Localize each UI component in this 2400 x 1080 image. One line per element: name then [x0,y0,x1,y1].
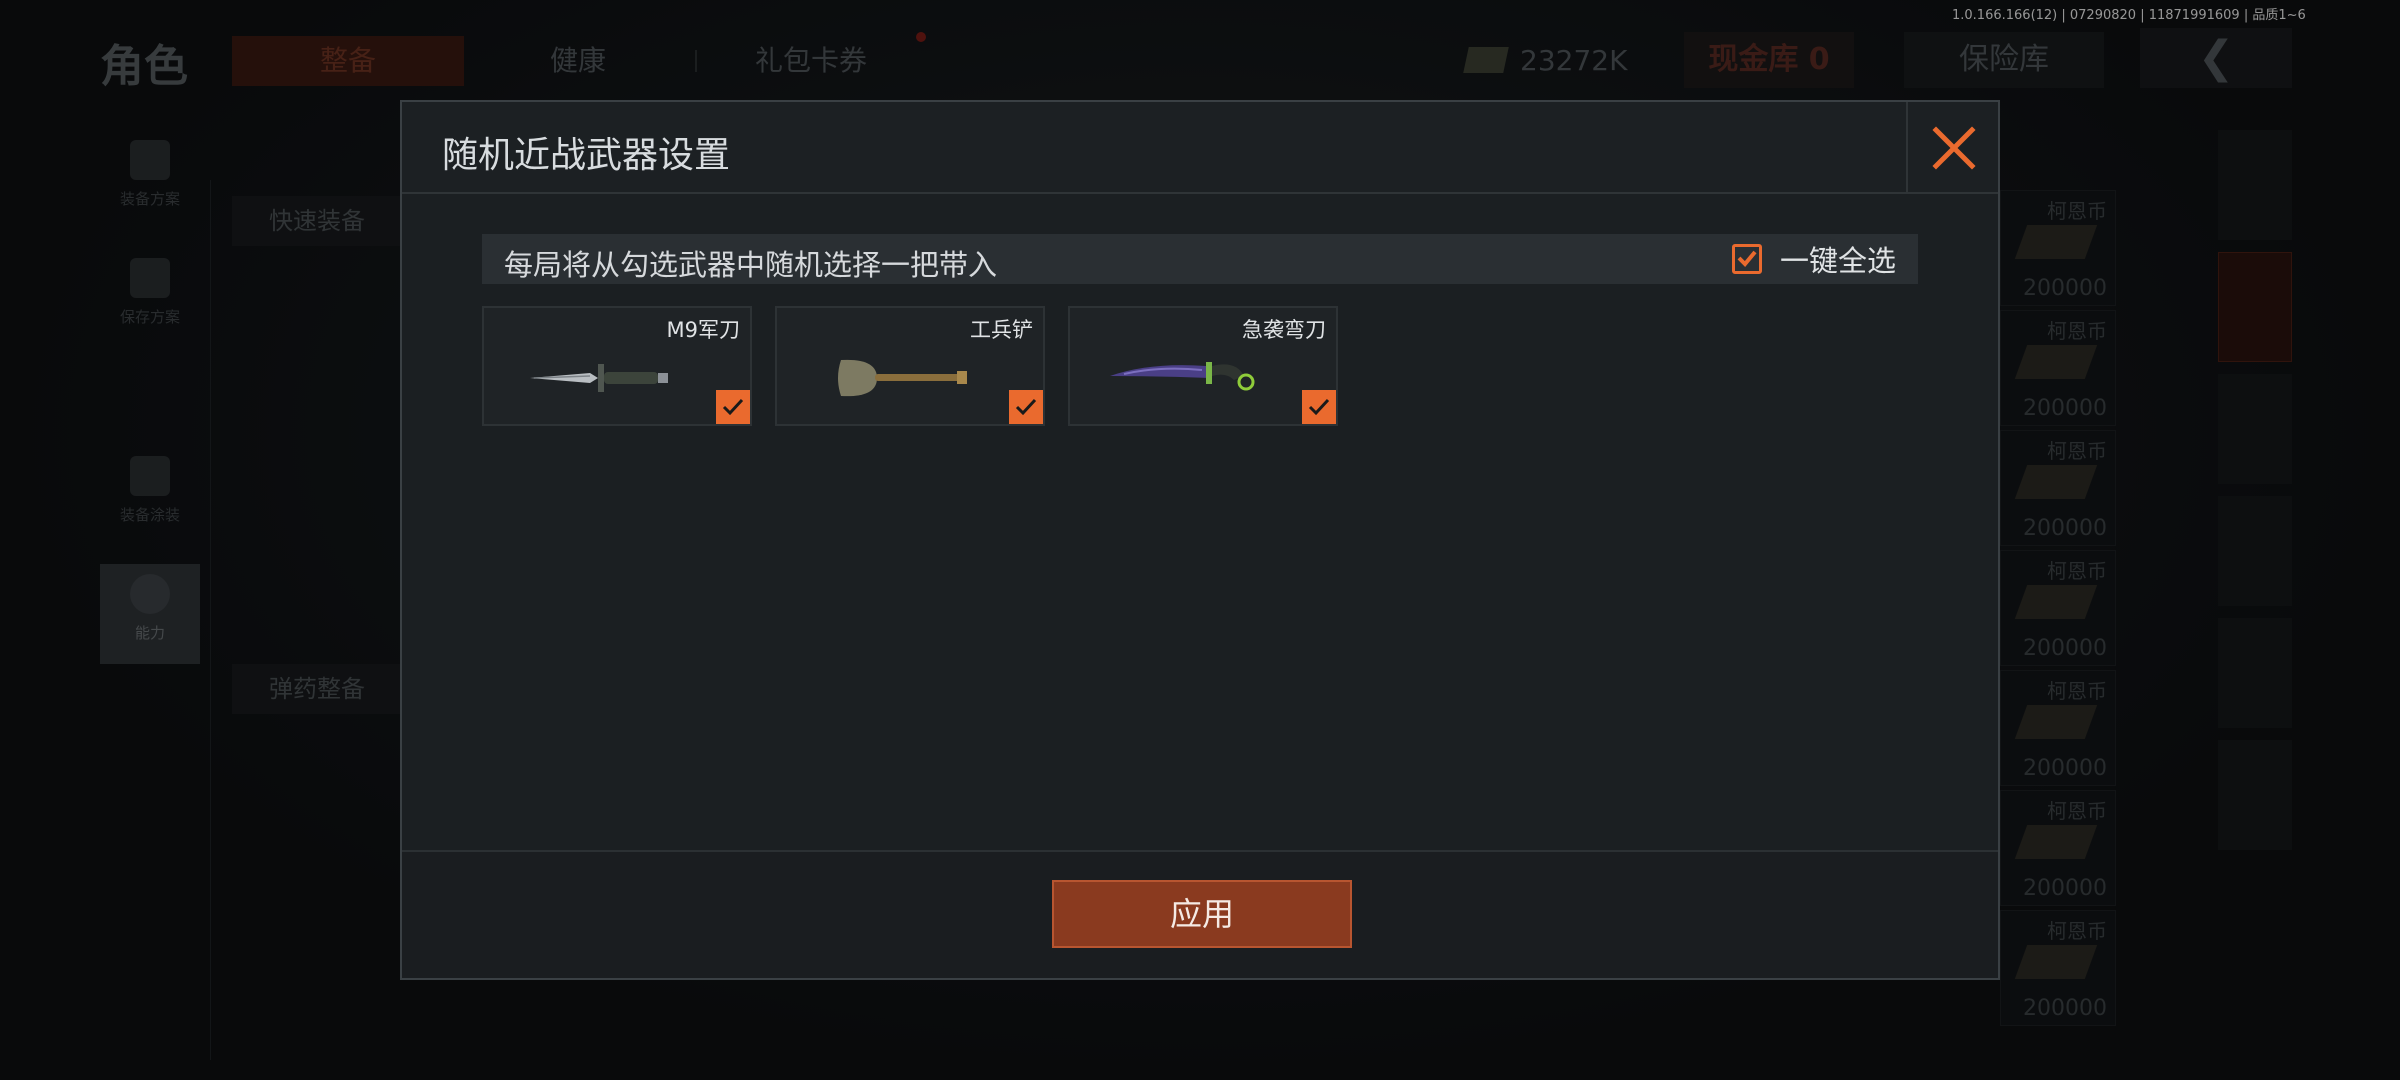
weapon-name: 工兵铲 [970,318,1033,342]
check-icon [1308,398,1330,416]
check-icon [722,398,744,416]
close-icon [1932,126,1976,170]
check-icon [1737,250,1757,267]
weapon-checkbox[interactable] [1009,390,1043,424]
random-melee-weapon-dialog: 随机近战武器设置 每局将从勾选武器中随机选择一把带入 一键全选 M9军刀 工兵铲… [400,100,2000,980]
apply-button[interactable]: 应用 [1052,880,1352,948]
weapon-list: M9军刀 工兵铲 急袭弯刀 [482,306,1922,426]
select-all-checkbox[interactable] [1731,244,1762,274]
dialog-header: 随机近战武器设置 [402,102,1998,194]
select-all-label: 一键全选 [1779,244,1896,278]
bayonet-knife-icon [530,364,668,392]
info-bar: 每局将从勾选武器中随机选择一把带入 一键全选 [482,234,1918,284]
weapon-card-karambit[interactable]: 急袭弯刀 [1068,306,1338,426]
dialog-footer: 应用 [402,850,1998,978]
check-icon [1015,398,1037,416]
close-button[interactable] [1906,102,1998,194]
karambit-icon [1110,362,1255,391]
weapon-name: 急袭弯刀 [1242,318,1326,342]
weapon-checkbox[interactable] [716,390,750,424]
info-text: 每局将从勾选武器中随机选择一把带入 [504,248,998,282]
weapon-name: M9军刀 [666,318,740,342]
weapon-card-m9[interactable]: M9军刀 [482,306,752,426]
select-all-toggle[interactable]: 一键全选 [1731,240,1896,278]
shovel-icon [838,359,967,397]
weapon-checkbox[interactable] [1302,390,1336,424]
dialog-title: 随机近战武器设置 [442,135,731,176]
game-screen: 角色 整备 健康 礼包卡券 23272K 现金库 0 保险库 ❮ 装备方案 保存… [0,0,2400,1080]
weapon-card-shovel[interactable]: 工兵铲 [775,306,1045,426]
